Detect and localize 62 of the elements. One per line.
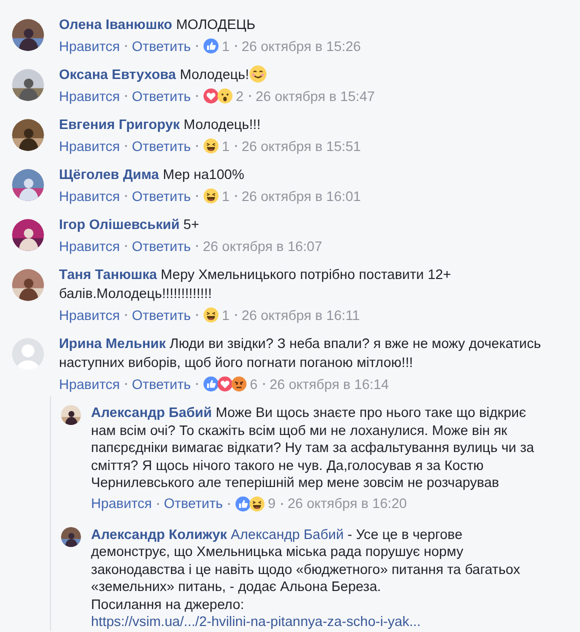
- author-link[interactable]: Ирина Мельник: [59, 336, 166, 351]
- reply-link[interactable]: Ответить: [132, 188, 191, 204]
- reaction-count[interactable]: 1: [222, 38, 230, 54]
- reply-link[interactable]: Ответить: [132, 238, 191, 254]
- timestamp[interactable]: 26 октября в 16:20: [288, 496, 407, 511]
- author-link[interactable]: Александр Колижук: [91, 526, 227, 542]
- laughing-face-icon: [202, 307, 219, 323]
- mention-link[interactable]: Александр Бабий: [230, 526, 344, 542]
- timestamp[interactable]: 26 октября в 16:07: [202, 238, 322, 254]
- reaction-count[interactable]: 1: [222, 188, 230, 204]
- comment-text: Ирина Мельник Люди ви звідки? З неба впали? я вже не можу дочекатись наступних виборів, щоб його погнати поганою мітлою!!!: [59, 335, 542, 372]
- timestamp[interactable]: 26 октября в 16:14: [270, 376, 389, 392]
- reply-link[interactable]: Ответить: [132, 88, 191, 104]
- author-link[interactable]: Евгения Григорук: [59, 117, 180, 132]
- surprised-face-icon: [216, 88, 233, 104]
- timestamp[interactable]: 26 октября в 15:51: [242, 138, 361, 154]
- avatar-icon: [12, 338, 44, 370]
- thumbs-up-icon: [234, 496, 251, 512]
- comment-text: Александр Колижук Александр Бабий - Усе це в чергове демонструє, що Хмельницька міська рада порушує норму законодавства і це навіть щодо «бюджетного» питання та багатьох «земельних» питань, - додає Альона Береза. Посилання на джерело: https://vsim.ua/.../2-hvilini-na-pitannya-za-scho-i-yak...: [91, 526, 522, 630]
- laughing-face-icon: [202, 138, 219, 154]
- thumbs-up-icon: [202, 38, 219, 54]
- reply-link[interactable]: Ответить: [132, 308, 191, 322]
- like-link[interactable]: Нравится: [59, 138, 120, 154]
- like-link[interactable]: Нравится: [59, 88, 120, 104]
- like-link[interactable]: Нравится: [91, 496, 152, 511]
- comment-text: Ігор Олішевський 5+: [59, 216, 200, 234]
- author-link[interactable]: Оксана Евтухова: [59, 67, 176, 82]
- author-link[interactable]: Ігор Олішевський: [59, 217, 180, 232]
- like-link[interactable]: Нравится: [59, 376, 120, 392]
- timestamp[interactable]: 26 октября в 15:26: [242, 38, 361, 54]
- comment-text: Олена Іванюшко МОЛОДЕЦЬ: [59, 16, 256, 34]
- reaction-count[interactable]: 9: [268, 496, 276, 511]
- like-link[interactable]: Нравится: [59, 238, 120, 254]
- timestamp[interactable]: 26 октября в 15:47: [256, 88, 375, 104]
- reply-link[interactable]: Ответить: [132, 38, 191, 54]
- timestamp[interactable]: 26 октября в 16:01: [242, 188, 361, 204]
- laughing-face-icon: [202, 188, 219, 204]
- comment-text: Оксана Евтухова Молодець!: [59, 65, 559, 84]
- reply-link[interactable]: Ответить: [132, 138, 191, 154]
- comment-text: Щёголев Дима Мер на100%: [59, 166, 246, 184]
- like-link[interactable]: Нравится: [59, 38, 120, 54]
- laughing-face-icon: [248, 496, 265, 512]
- comment-text: Таня Танюшка Меру Хмельницького потрібно поставити 12+ балів.Молодець!!!!!!!!!!!!!: [59, 266, 452, 303]
- author-link[interactable]: Щёголев Дима: [59, 167, 159, 182]
- reaction-count[interactable]: 1: [222, 138, 230, 154]
- source-link[interactable]: https://vsim.ua/.../2-hvilini-na-pitannya-za-scho-i-yak...: [91, 614, 421, 629]
- like-link[interactable]: Нравится: [59, 308, 120, 322]
- timestamp[interactable]: 26 октября в 16:11: [242, 308, 360, 322]
- reaction-count[interactable]: 6: [250, 376, 258, 392]
- reaction-count[interactable]: 1: [222, 308, 230, 322]
- comment-text: Александр Бабий Може Ви щось знаєте про нього таке що відкриє нам всім очі? То скажіть всім щоб ми не лоханулися. Може він як папєрєднiки вимагає відкати? Ну там за асфальтування вулиць чи за сміття? Я щось нічого такого не чув. Да,голосував я за Костю Чернилевського але теперішній мер мене зовсім не розчарував: [91, 404, 536, 492]
- author-link[interactable]: Олена Іванюшко: [59, 17, 172, 32]
- comment-text: Евгения Григорук Молодець!!!: [59, 116, 262, 134]
- reply-link[interactable]: Ответить: [132, 376, 191, 392]
- reaction-count[interactable]: 2: [236, 88, 244, 104]
- like-link[interactable]: Нравится: [59, 188, 120, 204]
- thumbs-up-icon: [202, 376, 219, 392]
- reply-link[interactable]: Ответить: [164, 496, 223, 511]
- smiling-face-icon: [249, 65, 268, 83]
- author-link[interactable]: Таня Танюшка: [59, 267, 157, 282]
- author-link[interactable]: Александр Бабий: [91, 405, 212, 420]
- angry-face-icon: [230, 376, 247, 392]
